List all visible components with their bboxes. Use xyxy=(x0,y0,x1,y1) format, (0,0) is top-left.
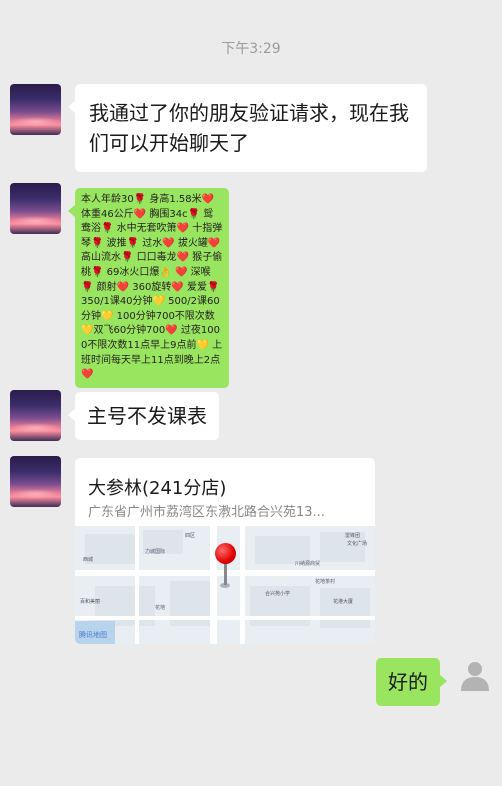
location-pin-icon xyxy=(215,543,236,564)
person-icon[interactable] xyxy=(458,658,492,692)
message-bubble[interactable]: 主号不发课表 xyxy=(68,392,219,440)
location-name: 大参林(241分店) xyxy=(88,478,227,499)
map-label: 花港大厦 xyxy=(333,599,354,605)
location-map[interactable]: 西城 力城国际 四区 百和美丽 川纳源商贸 合兴苑小学 花地茶村 雷锋团 文化广… xyxy=(75,526,375,644)
contact-avatar[interactable] xyxy=(10,183,61,234)
contact-avatar[interactable] xyxy=(10,456,61,507)
my-message-bubble[interactable]: 好的 xyxy=(376,658,447,706)
map-label: 花地 xyxy=(155,605,166,611)
contact-avatar[interactable] xyxy=(10,84,61,135)
chat-timestamp: 下午3:29 xyxy=(221,41,281,57)
pin-stick xyxy=(224,563,227,585)
location-card[interactable]: 大参林(241分店) 广东省广州市荔湾区东漖北路合兴苑13... 西城 力城国际… xyxy=(75,458,375,644)
map-label: 花地茶村 xyxy=(315,579,336,585)
contact-avatar[interactable] xyxy=(10,390,61,441)
map-label: 百和美丽 xyxy=(80,599,101,605)
map-label: 力城国际 xyxy=(145,549,166,555)
map-label: 川纳源商贸 xyxy=(295,561,321,567)
message-bubble[interactable]: 我通过了你的朋友验证请求，现在我们可以开始聊天了 xyxy=(68,84,427,172)
message-bubble[interactable]: 本人年龄30🌹 身高1.58米❤️ 体重46公斤❤️ 胸围34c🌹 鸳鸯浴🌹 水… xyxy=(68,188,229,388)
location-address: 广东省广州市荔湾区东漖北路合兴苑13... xyxy=(88,505,325,520)
map-provider: 腾讯地图 xyxy=(79,631,107,639)
map-label: 文化广场 xyxy=(347,541,368,547)
map-label: 雷锋团 xyxy=(345,533,361,539)
map-label: 四区 xyxy=(185,533,196,539)
map-label: 西城 xyxy=(83,557,94,563)
map-label: 合兴苑小学 xyxy=(265,591,291,597)
